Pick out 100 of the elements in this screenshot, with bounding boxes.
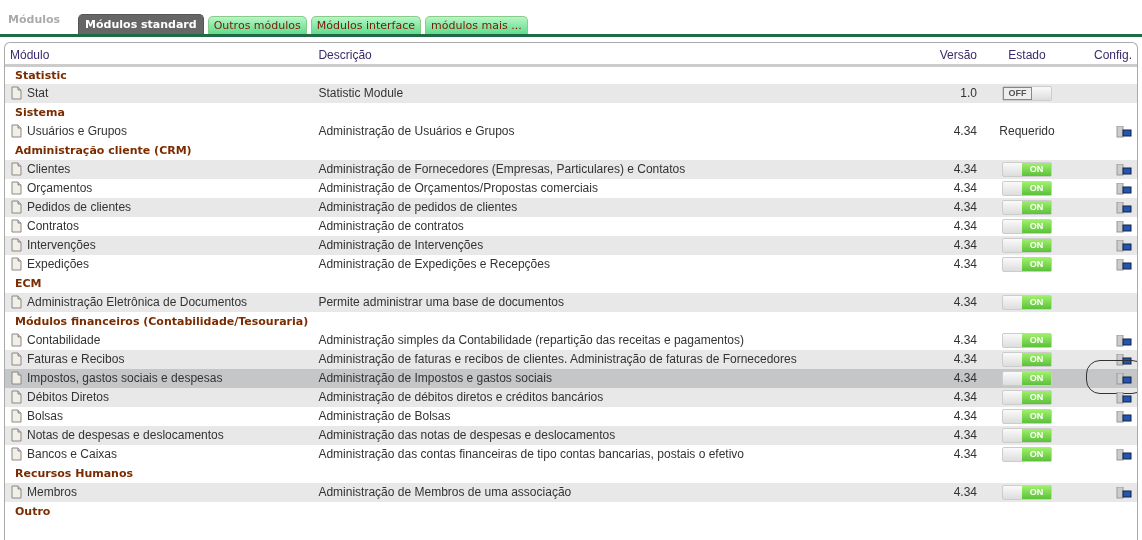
settings-icon[interactable] <box>1116 372 1132 385</box>
module-name: Débitos Diretos <box>27 390 110 404</box>
version-number: 4.34 <box>953 352 977 366</box>
document-icon <box>10 333 23 347</box>
settings-icon[interactable] <box>1116 391 1132 404</box>
module-description: Administração de Orçamentos/Propostas comerciais <box>318 181 598 195</box>
toggle-switch[interactable]: ON <box>1002 181 1052 197</box>
module-description: Administração de Fornecedores (Empresas, Particulares) e Contatos <box>318 162 686 176</box>
settings-icon[interactable] <box>1116 410 1132 423</box>
settings-icon[interactable] <box>1116 486 1132 499</box>
module-description: Administração das contas financeiras de tipo contas bancarias, postais o efetivo <box>318 447 744 461</box>
module-description: Administração de pedidos de clientes <box>318 200 518 214</box>
version-number: 4.34 <box>953 295 977 309</box>
settings-icon[interactable] <box>1116 182 1132 195</box>
toggle-switch[interactable]: ON <box>1002 162 1052 178</box>
settings-icon[interactable] <box>1116 163 1132 176</box>
toggle-switch[interactable]: ON <box>1002 409 1052 425</box>
group-title: Recursos Humanos <box>15 467 134 480</box>
status-text: Requerido <box>999 124 1055 138</box>
module-description: Statistic Module <box>318 86 404 100</box>
module-description: Permite administrar uma base de documentos <box>318 295 564 309</box>
module-name: Usuários e Grupos <box>27 124 128 138</box>
module-name: Notas de despesas e deslocamentos <box>27 428 224 442</box>
document-icon <box>10 409 23 423</box>
module-description: Administração de Expedições e Recepções <box>318 257 550 271</box>
module-description: Administração de Usuários e Grupos <box>318 124 515 138</box>
settings-icon[interactable] <box>1116 448 1132 461</box>
version-number: 4.34 <box>953 447 977 461</box>
tab[interactable]: Módulos interface <box>310 16 422 34</box>
group-title: Statistic <box>15 68 67 82</box>
settings-icon[interactable] <box>1116 258 1132 271</box>
document-icon <box>10 124 23 138</box>
module-name: Administração Eletrônica de Documentos <box>27 295 248 309</box>
group-title: Outro <box>15 505 51 518</box>
version-number: 4.34 <box>953 257 977 271</box>
version-number: 4.34 <box>953 428 977 442</box>
module-name: Stat <box>27 86 49 100</box>
module-description: Administração de Membros de uma associação <box>318 485 572 499</box>
toggle-switch[interactable]: ON <box>1002 333 1052 349</box>
module-description: Administração das notas de despesas e deslocamentos <box>318 428 616 442</box>
toggle-switch[interactable]: ON <box>1002 238 1052 254</box>
column-header: Config. <box>1093 47 1132 62</box>
tab[interactable]: módulos mais ... <box>425 16 528 34</box>
version-number: 4.34 <box>953 390 977 404</box>
module-description: Administração de faturas e recibos de clientes. Administração de faturas de Fornecedores <box>318 352 797 366</box>
toggle-switch[interactable]: ON <box>1002 295 1052 311</box>
version-number: 4.34 <box>953 124 977 138</box>
document-icon <box>10 181 23 195</box>
document-icon <box>10 257 23 271</box>
module-description: Administração de Bolsas <box>318 409 451 423</box>
group-title: ECM <box>15 277 42 290</box>
module-name: Orçamentos <box>27 181 93 195</box>
module-name: Bancos e Caixas <box>27 447 118 461</box>
toggle-switch[interactable]: ON <box>1002 485 1052 501</box>
module-name: Faturas e Recibos <box>27 352 125 366</box>
module-name: Expedições <box>27 257 90 271</box>
version-number: 4.34 <box>953 238 977 252</box>
module-name: Contabilidade <box>27 333 101 347</box>
toggle-switch[interactable]: ON <box>1002 447 1052 463</box>
toggle-switch[interactable]: ON <box>1002 200 1052 216</box>
module-name: Membros <box>27 485 77 499</box>
module-name: Contratos <box>27 219 80 233</box>
group-title: Administração cliente (CRM) <box>15 144 192 157</box>
version-number: 4.34 <box>953 371 977 385</box>
version-number: 4.34 <box>953 200 977 214</box>
toggle-switch[interactable]: ON <box>1002 219 1052 235</box>
module-name: Bolsas <box>27 409 64 423</box>
version-number: 4.34 <box>953 485 977 499</box>
tab[interactable]: Módulos standard <box>78 14 204 34</box>
settings-icon[interactable] <box>1116 239 1132 252</box>
version-number: 4.34 <box>953 162 977 176</box>
toggle-switch[interactable]: ON <box>1002 428 1052 444</box>
version-number: 4.34 <box>953 181 977 195</box>
module-name: Pedidos de clientes <box>27 200 132 214</box>
toggle-switch[interactable]: ON <box>1002 390 1052 406</box>
module-description: Administração simples da Contabilidade (repartição das receitas e pagamentos) <box>318 333 744 347</box>
toggle-switch[interactable]: ON <box>1002 257 1052 273</box>
version-number: 4.34 <box>953 333 977 347</box>
tab[interactable]: Outros módulos <box>207 16 307 34</box>
module-name: Intervenções <box>27 238 96 252</box>
module-name: Impostos, gastos sociais e despesas <box>27 371 223 385</box>
settings-icon[interactable] <box>1116 353 1132 366</box>
version-number: 4.34 <box>953 409 977 423</box>
column-header: Estado <box>1008 47 1046 62</box>
document-icon <box>10 447 23 461</box>
column-header: Módulo <box>10 47 50 62</box>
settings-icon[interactable] <box>1116 125 1132 138</box>
toggle-switch[interactable]: ON <box>1002 352 1052 368</box>
settings-icon[interactable] <box>1116 201 1132 214</box>
version-number: 1.0 <box>960 86 977 100</box>
module-description: Administração de contratos <box>318 219 464 233</box>
module-description: Administração de Impostos e gastos sociais <box>318 371 552 385</box>
module-description: Administração de Intervenções <box>318 238 484 252</box>
settings-icon[interactable] <box>1116 220 1132 233</box>
column-header: Descrição <box>318 47 372 62</box>
group-title: Módulos financeiros (Contabilidade/Tesouraria) <box>15 315 309 328</box>
toggle-switch[interactable]: ON <box>1002 371 1052 387</box>
module-name: Clientes <box>27 162 71 176</box>
toggle-switch[interactable]: OFF <box>1002 86 1052 102</box>
settings-icon[interactable] <box>1116 334 1132 347</box>
